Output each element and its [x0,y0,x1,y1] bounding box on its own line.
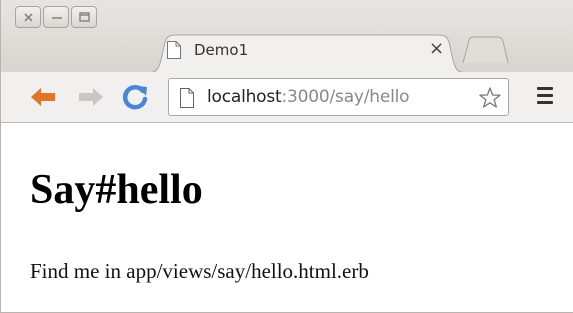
url-host: localhost [207,87,282,107]
address-bar[interactable]: localhost:3000/say/hello [168,78,509,116]
page-paragraph: Find me in app/views/say/hello.html.erb [30,259,369,283]
page-heading: Say#hello [30,167,203,213]
forward-arrow-icon[interactable] [77,84,105,110]
close-icon [24,13,33,22]
url-text[interactable]: localhost:3000/say/hello [207,87,410,107]
new-tab-button[interactable] [459,36,509,64]
back-arrow-icon[interactable] [29,84,57,110]
minimize-window-button[interactable] [43,6,69,28]
hamburger-menu-icon[interactable] [537,87,557,105]
maximize-icon [79,12,90,22]
maximize-window-button[interactable] [71,6,97,28]
page-icon [167,41,181,59]
tab-close-button[interactable]: × [429,40,444,58]
title-bar: Demo1 × [1,0,573,74]
page-icon [180,88,194,108]
reload-icon[interactable] [122,84,150,110]
url-path: :3000/say/hello [281,87,410,107]
close-window-button[interactable] [15,6,41,28]
browser-window: Demo1 × localhost:3000/say/hello Say#hel… [0,0,573,313]
tab-title: Demo1 [194,41,249,59]
minimize-icon [52,17,62,19]
star-icon[interactable] [477,85,503,111]
